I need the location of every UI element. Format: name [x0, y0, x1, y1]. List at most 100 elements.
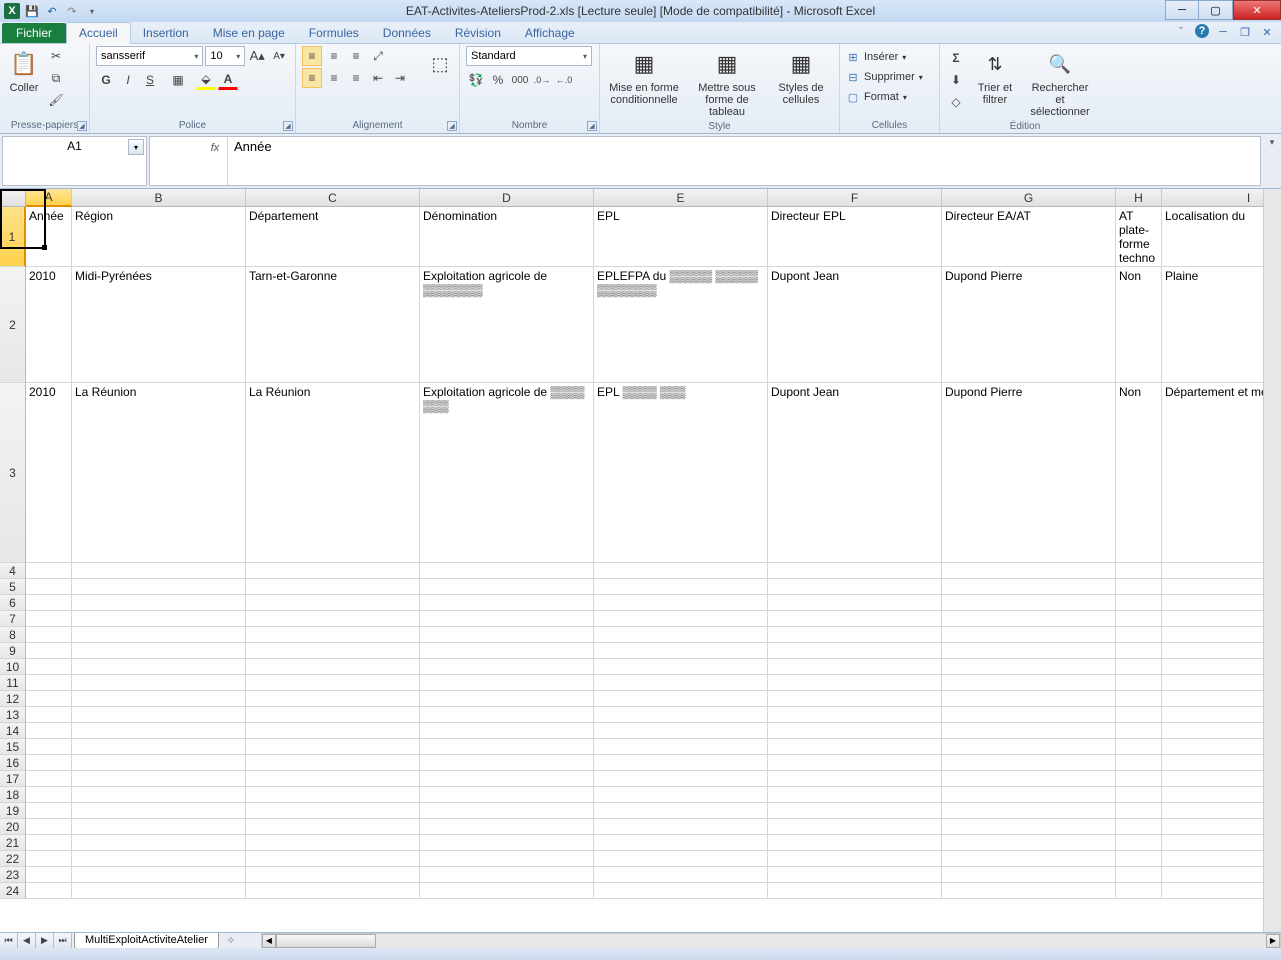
- find-select-button[interactable]: 🔍 Rechercher et sélectionner: [1024, 46, 1096, 120]
- cell-B1[interactable]: Région: [72, 207, 246, 267]
- horizontal-scrollbar[interactable]: ◀ ▶: [261, 933, 1281, 949]
- cell-C21[interactable]: [246, 835, 420, 851]
- font-dialog-launcher[interactable]: ◢: [283, 121, 293, 131]
- increase-decimal-icon[interactable]: .0→: [532, 70, 552, 90]
- cell-A8[interactable]: [26, 627, 72, 643]
- row-header-6[interactable]: 6: [0, 595, 26, 611]
- cell-H17[interactable]: [1116, 771, 1162, 787]
- close-button[interactable]: ✕: [1233, 0, 1281, 20]
- cell-D4[interactable]: [420, 563, 594, 579]
- minimize-button[interactable]: ─: [1165, 0, 1199, 20]
- workbook-minimize-icon[interactable]: ─: [1215, 24, 1231, 40]
- hscroll-thumb[interactable]: [276, 934, 376, 948]
- sheet-nav-last-icon[interactable]: ⏭: [54, 933, 72, 949]
- cell-G4[interactable]: [942, 563, 1116, 579]
- align-right-icon[interactable]: ≡: [346, 68, 366, 88]
- tab-mise-en-page[interactable]: Mise en page: [201, 23, 297, 43]
- format-table-button[interactable]: ▦ Mettre sous forme de tableau: [686, 46, 768, 120]
- cell-A16[interactable]: [26, 755, 72, 771]
- column-header-C[interactable]: C: [246, 189, 420, 207]
- cell-F3[interactable]: Dupont Jean: [768, 383, 942, 563]
- align-left-icon[interactable]: ≡: [302, 68, 322, 88]
- cell-E21[interactable]: [594, 835, 768, 851]
- select-all-corner[interactable]: [0, 189, 26, 207]
- cell-C13[interactable]: [246, 707, 420, 723]
- cell-D20[interactable]: [420, 819, 594, 835]
- cell-H3[interactable]: Non: [1116, 383, 1162, 563]
- align-middle-icon[interactable]: ≡: [324, 46, 344, 66]
- cell-B12[interactable]: [72, 691, 246, 707]
- cell-A12[interactable]: [26, 691, 72, 707]
- cell-H14[interactable]: [1116, 723, 1162, 739]
- row-header-8[interactable]: 8: [0, 627, 26, 643]
- cell-D8[interactable]: [420, 627, 594, 643]
- cell-C20[interactable]: [246, 819, 420, 835]
- row-header-23[interactable]: 23: [0, 867, 26, 883]
- tab-formules[interactable]: Formules: [297, 23, 371, 43]
- cell-F19[interactable]: [768, 803, 942, 819]
- cell-F15[interactable]: [768, 739, 942, 755]
- cut-icon[interactable]: ✂: [46, 46, 66, 66]
- name-box-dropdown-icon[interactable]: ▾: [128, 139, 144, 155]
- conditional-formatting-button[interactable]: ▦ Mise en forme conditionnelle: [606, 46, 682, 108]
- delete-cells-button[interactable]: ⊟Supprimer▾: [846, 68, 923, 86]
- font-name-combo[interactable]: sansserif▾: [96, 46, 203, 66]
- cell-G19[interactable]: [942, 803, 1116, 819]
- row-header-15[interactable]: 15: [0, 739, 26, 755]
- cell-A5[interactable]: [26, 579, 72, 595]
- formula-input[interactable]: Année: [228, 137, 1260, 185]
- cell-H7[interactable]: [1116, 611, 1162, 627]
- cell-D9[interactable]: [420, 643, 594, 659]
- cell-F16[interactable]: [768, 755, 942, 771]
- cell-D19[interactable]: [420, 803, 594, 819]
- cell-C15[interactable]: [246, 739, 420, 755]
- cell-B19[interactable]: [72, 803, 246, 819]
- cell-E8[interactable]: [594, 627, 768, 643]
- cell-B15[interactable]: [72, 739, 246, 755]
- fill-icon[interactable]: ⬇: [946, 70, 966, 90]
- cell-F8[interactable]: [768, 627, 942, 643]
- increase-indent-icon[interactable]: ⇥: [390, 68, 410, 88]
- cell-B5[interactable]: [72, 579, 246, 595]
- cell-B3[interactable]: La Réunion: [72, 383, 246, 563]
- cell-A17[interactable]: [26, 771, 72, 787]
- workbook-restore-icon[interactable]: ❐: [1237, 24, 1253, 40]
- cell-B6[interactable]: [72, 595, 246, 611]
- copy-icon[interactable]: ⧉: [46, 68, 66, 88]
- row-header-5[interactable]: 5: [0, 579, 26, 595]
- cell-E7[interactable]: [594, 611, 768, 627]
- row-header-3[interactable]: 3: [0, 383, 26, 563]
- cell-G1[interactable]: Directeur EA/AT: [942, 207, 1116, 267]
- cell-E3[interactable]: EPL ▒▒▒▒ ▒▒▒: [594, 383, 768, 563]
- cell-A10[interactable]: [26, 659, 72, 675]
- cell-D14[interactable]: [420, 723, 594, 739]
- cell-G22[interactable]: [942, 851, 1116, 867]
- column-header-H[interactable]: H: [1116, 189, 1162, 207]
- cell-A21[interactable]: [26, 835, 72, 851]
- column-header-F[interactable]: F: [768, 189, 942, 207]
- row-header-14[interactable]: 14: [0, 723, 26, 739]
- cell-H11[interactable]: [1116, 675, 1162, 691]
- cell-H6[interactable]: [1116, 595, 1162, 611]
- undo-icon[interactable]: ↶: [44, 3, 60, 19]
- cell-E18[interactable]: [594, 787, 768, 803]
- help-icon[interactable]: ?: [1195, 24, 1209, 38]
- fill-color-icon[interactable]: ⬙: [196, 70, 216, 90]
- cell-C1[interactable]: Département: [246, 207, 420, 267]
- cell-H18[interactable]: [1116, 787, 1162, 803]
- cell-B22[interactable]: [72, 851, 246, 867]
- qat-dropdown-icon[interactable]: ▾: [84, 3, 100, 19]
- cell-E2[interactable]: EPLEFPA du ▒▒▒▒▒ ▒▒▒▒▒ ▒▒▒▒▒▒▒: [594, 267, 768, 383]
- number-dialog-launcher[interactable]: ◢: [587, 121, 597, 131]
- cell-D12[interactable]: [420, 691, 594, 707]
- cell-H5[interactable]: [1116, 579, 1162, 595]
- cell-A6[interactable]: [26, 595, 72, 611]
- cell-B16[interactable]: [72, 755, 246, 771]
- autosum-icon[interactable]: Σ: [946, 48, 966, 68]
- sheet-nav-prev-icon[interactable]: ◀: [18, 933, 36, 949]
- row-header-12[interactable]: 12: [0, 691, 26, 707]
- cell-C10[interactable]: [246, 659, 420, 675]
- cell-E24[interactable]: [594, 883, 768, 899]
- cell-E13[interactable]: [594, 707, 768, 723]
- cell-H19[interactable]: [1116, 803, 1162, 819]
